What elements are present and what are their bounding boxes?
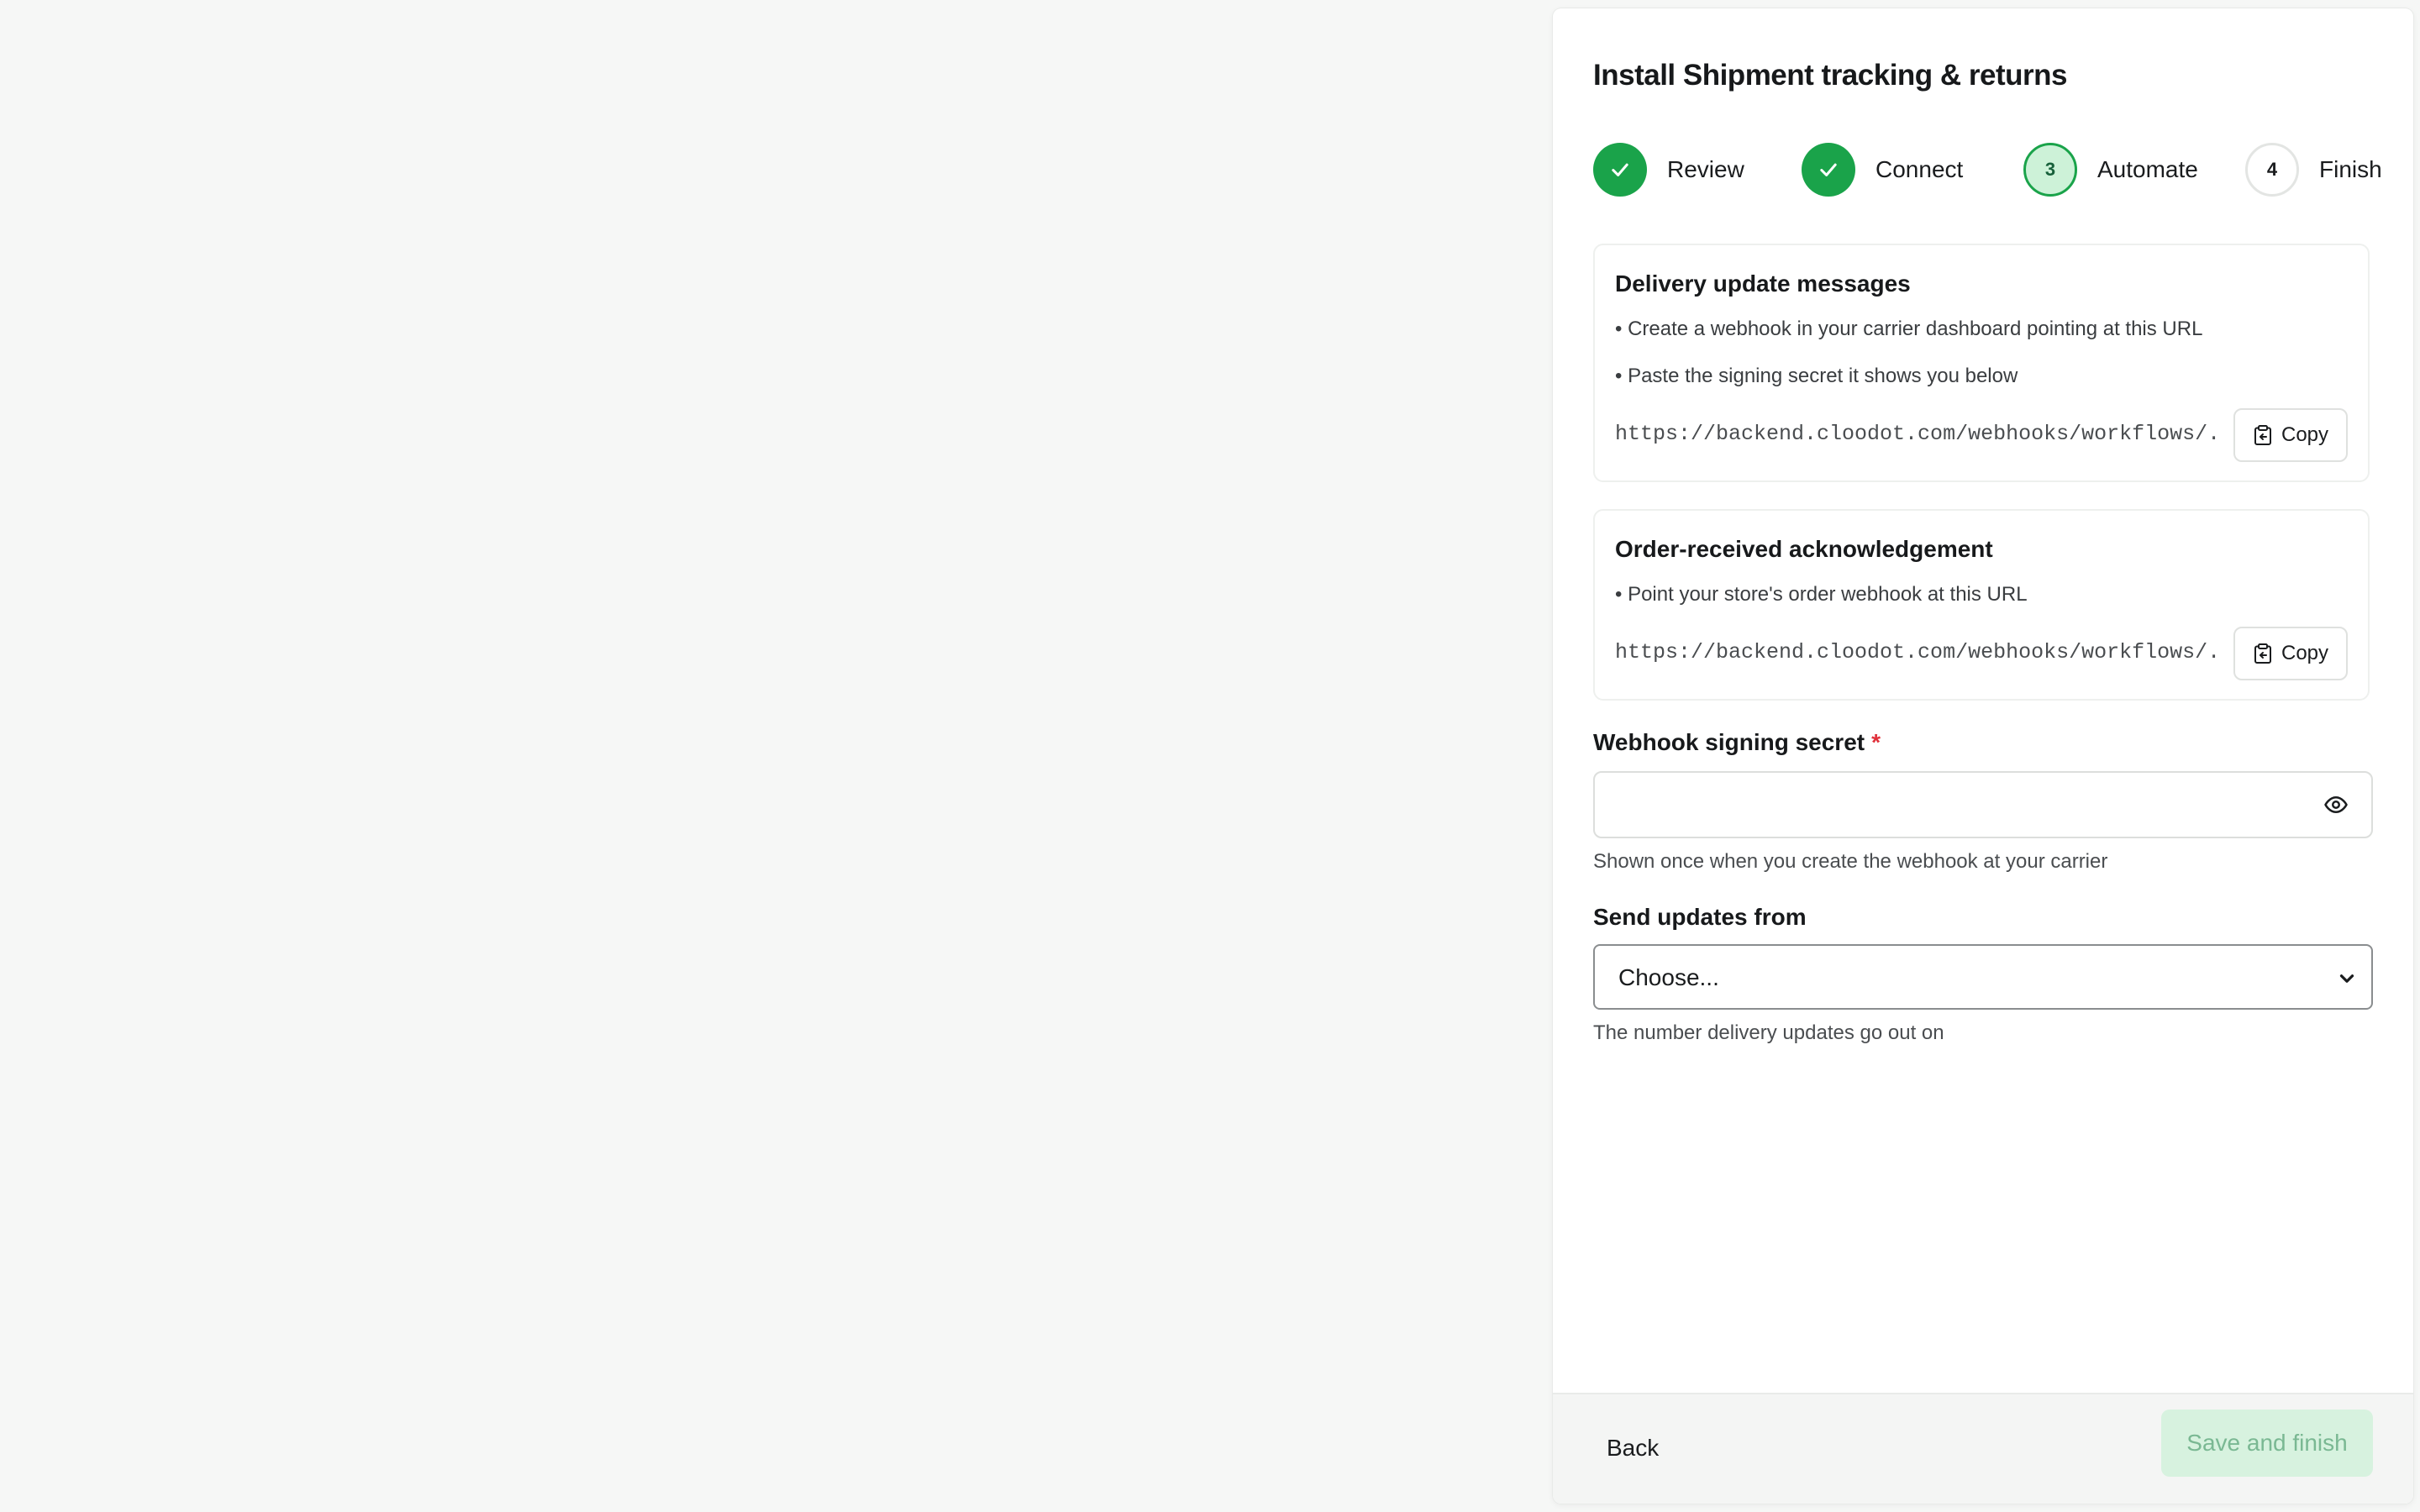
copy-url-button[interactable]: Copy [2233, 627, 2348, 680]
step-finish-indicator: 4 [2245, 143, 2299, 197]
checkmark-icon [1820, 163, 1837, 176]
secret-help-text: Shown once when you create the webhook a… [1593, 850, 2108, 873]
stepper: Review Connect 3 Automate 4 Finish [1593, 143, 2413, 197]
secret-field [1593, 771, 2373, 838]
install-dialog: Install Shipment tracking & returns Revi… [1553, 8, 2413, 1504]
copy-button-label: Copy [2281, 642, 2329, 664]
step-connect-label: Connect [1876, 156, 1964, 182]
back-button[interactable]: Back [1607, 1421, 1659, 1475]
instruction-bullet: • Point your store's order webhook at th… [1615, 583, 2028, 606]
send-from-help-text: The number delivery updates go out on [1593, 1021, 1944, 1044]
dialog-footer: Back Save and finish [1553, 1393, 2413, 1504]
reveal-secret-button[interactable] [2321, 790, 2351, 820]
step-automate[interactable]: 3 Automate [2023, 143, 2198, 197]
step-connect-indicator [1802, 143, 1855, 197]
instruction-bullet: • Create a webhook in your carrier dashb… [1615, 318, 2203, 340]
card-title: Delivery update messages [1615, 270, 1911, 297]
step-finish-label: Finish [2319, 156, 2382, 182]
order-received-card: Order-received acknowledgement • Point y… [1593, 509, 2370, 701]
step-automate-indicator: 3 [2023, 143, 2077, 197]
instruction-bullet: • Paste the signing secret it shows you … [1615, 365, 2018, 387]
step-review-label: Review [1667, 156, 1744, 182]
chevron-down-icon [2339, 974, 2354, 983]
send-from-label: Send updates from [1593, 904, 1807, 930]
clipboard-copy-icon [2254, 643, 2271, 664]
copy-url-button[interactable]: Copy [2233, 408, 2348, 462]
step-review-indicator [1593, 143, 1647, 197]
delivery-updates-card: Delivery update messages • Create a webh… [1593, 244, 2370, 482]
step-automate-label: Automate [2097, 156, 2198, 182]
copy-button-label: Copy [2281, 423, 2329, 446]
step-connect[interactable]: Connect [1802, 143, 1963, 197]
eye-icon [2324, 796, 2348, 813]
clipboard-copy-icon [2254, 425, 2271, 445]
webhook-url: https://backend.cloodot.com/webhooks/wor… [1615, 422, 2220, 446]
webhook-url: https://backend.cloodot.com/webhooks/wor… [1615, 640, 2220, 664]
step-finish[interactable]: 4 Finish [2245, 143, 2382, 197]
save-and-finish-button[interactable]: Save and finish [2161, 1410, 2373, 1477]
select-value: Choose... [1618, 964, 1719, 990]
card-title: Order-received acknowledgement [1615, 536, 1993, 562]
checkmark-icon [1612, 163, 1628, 176]
secret-field-label: Webhook signing secret * [1593, 729, 1881, 756]
secret-label-text: Webhook signing secret [1593, 729, 1865, 755]
dialog-title: Install Shipment tracking & returns [1593, 59, 2068, 92]
step-review[interactable]: Review [1593, 143, 1744, 197]
page-backdrop [0, 0, 1551, 1512]
send-from-select[interactable]: Choose... [1593, 944, 2373, 1010]
secret-input[interactable] [1612, 773, 2287, 838]
required-indicator: * [1871, 729, 1881, 755]
